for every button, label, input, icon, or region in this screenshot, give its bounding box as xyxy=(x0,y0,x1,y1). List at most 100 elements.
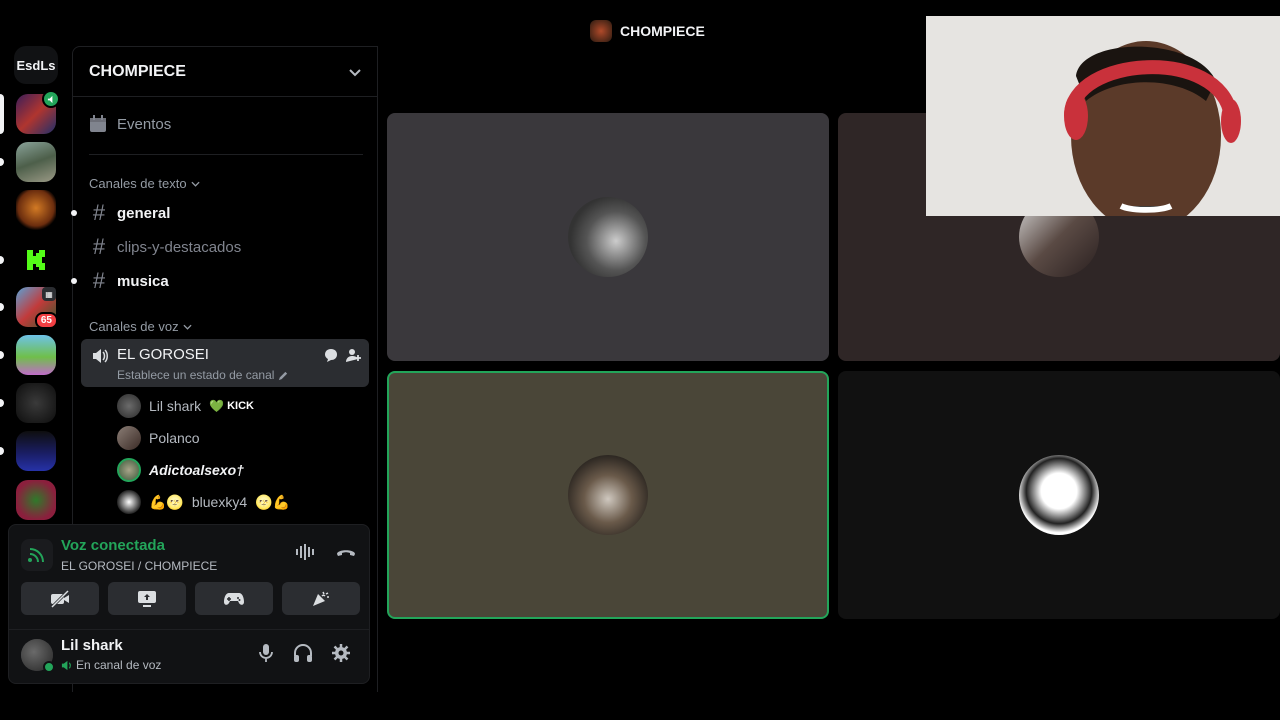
call-title: CHOMPIECE xyxy=(620,23,705,39)
member-name: Polanco xyxy=(149,430,200,446)
voice-actions xyxy=(295,543,357,561)
user-name[interactable]: Lil shark xyxy=(61,637,123,654)
unread-dot xyxy=(71,210,77,216)
kick-tag: 💚 KICK xyxy=(209,399,254,413)
video-tile-speaking[interactable] xyxy=(387,371,829,619)
voice-member-bluexky4[interactable]: 💪🌝 bluexky4 🌝💪 xyxy=(117,490,290,514)
channel-general[interactable]: # general xyxy=(89,202,170,224)
unread-dot xyxy=(0,351,4,359)
hashtag-icon: # xyxy=(92,200,106,225)
participant-avatar xyxy=(568,197,648,277)
unread-dot xyxy=(0,447,4,455)
chevron-down-icon xyxy=(183,324,192,330)
category-label: Canales de voz xyxy=(89,319,179,334)
heart-icon: 💚 xyxy=(209,399,225,413)
unread-dot xyxy=(71,278,77,284)
server-icon-5[interactable]: ▦ 65 xyxy=(16,287,58,329)
speaker-icon xyxy=(61,660,71,670)
server-icon-6[interactable] xyxy=(16,335,56,375)
unread-dot xyxy=(0,399,4,407)
emoji-decoration: 💪🌝 xyxy=(149,493,184,510)
server-icon-small-connect[interactable] xyxy=(16,431,56,471)
voice-member-polanco[interactable]: Polanco xyxy=(117,426,200,450)
server-folder[interactable]: EsdLs xyxy=(14,46,58,84)
server-icon-chompiece[interactable] xyxy=(16,90,60,134)
share-screen-button[interactable] xyxy=(108,582,186,615)
category-text-channels[interactable]: Canales de texto xyxy=(89,176,200,191)
microphone-icon[interactable] xyxy=(257,643,275,663)
camera-off-button[interactable] xyxy=(21,582,99,615)
avatar xyxy=(117,394,141,418)
voice-member-adictoalsexo[interactable]: Adictoalsexo† xyxy=(117,458,244,482)
kick-tag-label: KICK xyxy=(227,400,254,412)
hashtag-icon: # xyxy=(92,268,106,293)
user-status: En canal de voz xyxy=(61,658,161,672)
user-panel: Voz conectada EL GOROSEI / CHOMPIECE Lil… xyxy=(8,524,370,684)
channel-status-placeholder: Establece un estado de canal xyxy=(117,368,275,382)
avatar xyxy=(117,458,141,482)
pencil-icon xyxy=(279,371,288,380)
voice-location-link[interactable]: EL GOROSEI / CHOMPIECE xyxy=(61,559,217,573)
voice-member-lil-shark[interactable]: Lil shark 💚 KICK xyxy=(117,394,254,418)
server-header[interactable]: CHOMPIECE xyxy=(73,47,377,97)
unread-dot xyxy=(0,256,4,264)
voice-active-icon xyxy=(42,90,60,108)
video-tile-4[interactable] xyxy=(838,371,1280,619)
server-icon-gaming-community[interactable] xyxy=(16,383,56,423)
server-icon-leaf[interactable] xyxy=(16,480,56,520)
channel-clips-y-destacados[interactable]: # clips-y-destacados xyxy=(89,236,241,258)
member-name: bluexky4 xyxy=(191,494,248,510)
kick-logo-icon xyxy=(27,250,45,270)
speaker-icon xyxy=(91,347,109,370)
user-status-text: En canal de voz xyxy=(76,658,162,672)
user-controls xyxy=(257,643,351,663)
current-user: Lil shark En canal de voz xyxy=(21,637,357,675)
screen-share-icon xyxy=(138,590,156,607)
unread-dot xyxy=(0,158,4,166)
settings-gear-icon[interactable] xyxy=(331,643,351,663)
channel-status[interactable]: Establece un estado de canal xyxy=(117,368,289,382)
divider xyxy=(89,154,363,155)
selected-server-indicator xyxy=(0,94,4,134)
voice-channel-el-gorosei[interactable]: EL GOROSEI Establece un estado de canal xyxy=(81,339,369,387)
soundboard-icon xyxy=(313,591,329,606)
events-link[interactable]: Eventos xyxy=(89,115,171,133)
emoji-decoration: 🌝💪 xyxy=(255,493,291,510)
member-name: Lil shark xyxy=(149,398,202,414)
camera-preview[interactable] xyxy=(926,16,1280,216)
gamepad-icon xyxy=(224,592,244,605)
webcam-feed-image xyxy=(926,16,1280,216)
voice-connected-label: Voz conectada xyxy=(61,537,165,554)
calendar-icon xyxy=(90,115,106,132)
headphones-icon[interactable] xyxy=(293,643,313,663)
chevron-down-icon xyxy=(191,181,200,187)
server-icon-3[interactable] xyxy=(16,190,56,230)
camera-off-icon xyxy=(50,589,70,608)
unread-badge: 65 xyxy=(34,312,58,329)
server-icon-kick[interactable] xyxy=(16,240,56,280)
participant-avatar xyxy=(1019,455,1099,535)
add-member-icon[interactable] xyxy=(345,347,361,363)
voice-channel-actions xyxy=(323,347,361,363)
avatar xyxy=(117,426,141,450)
noise-suppression-icon[interactable] xyxy=(295,543,317,561)
channel-name: general xyxy=(117,204,171,222)
server-name: CHOMPIECE xyxy=(89,62,186,80)
soundboard-button[interactable] xyxy=(282,582,360,615)
video-tile-1[interactable] xyxy=(387,113,829,361)
divider xyxy=(9,629,369,630)
avatar[interactable] xyxy=(21,639,55,673)
server-icon xyxy=(590,20,612,42)
chat-bubble-icon[interactable] xyxy=(323,347,339,363)
channel-musica[interactable]: # musica xyxy=(89,270,169,292)
events-label: Eventos xyxy=(117,115,172,133)
channel-name: musica xyxy=(117,272,169,290)
call-header: CHOMPIECE xyxy=(590,20,705,42)
disconnect-icon[interactable] xyxy=(335,543,357,561)
connection-signal-icon[interactable] xyxy=(21,539,53,571)
category-voice-channels[interactable]: Canales de voz xyxy=(89,319,192,334)
activities-button[interactable] xyxy=(195,582,273,615)
member-name: Adictoalsexo† xyxy=(149,462,244,478)
online-status-indicator xyxy=(43,661,55,673)
server-icon-2[interactable] xyxy=(16,142,56,182)
